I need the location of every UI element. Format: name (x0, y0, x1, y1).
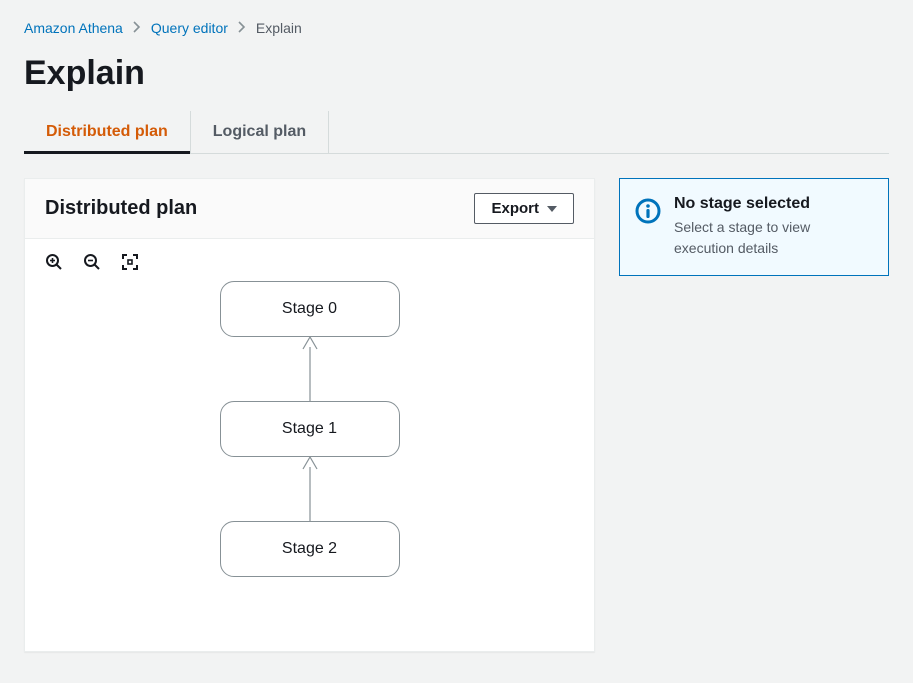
plan-graph: Stage 0 Stage 1 Stage 2 (25, 271, 594, 651)
info-title: No stage selected (674, 195, 872, 213)
tab-distributed-plan[interactable]: Distributed plan (24, 111, 191, 153)
tabbar: Distributed plan Logical plan (24, 111, 889, 154)
page-title: Explain (24, 54, 889, 93)
breadcrumb-link-query-editor[interactable]: Query editor (151, 20, 228, 36)
plan-panel: Distributed plan Export (24, 178, 595, 652)
panel-title: Distributed plan (45, 197, 197, 220)
arrow-up-icon (299, 337, 321, 406)
breadcrumb-current: Explain (256, 20, 302, 36)
side-panel: No stage selected Select a stage to view… (619, 178, 889, 276)
tab-logical-plan[interactable]: Logical plan (191, 111, 329, 153)
breadcrumb: Amazon Athena Query editor Explain (24, 20, 889, 36)
stage-node-1[interactable]: Stage 1 (220, 401, 400, 457)
breadcrumb-link-athena[interactable]: Amazon Athena (24, 20, 123, 36)
zoom-toolbar (25, 239, 594, 271)
stage-node-2[interactable]: Stage 2 (220, 521, 400, 577)
export-button-label: Export (491, 200, 539, 217)
chevron-right-icon (133, 20, 141, 36)
arrow-up-icon (299, 457, 321, 526)
zoom-out-icon[interactable] (83, 253, 101, 271)
fit-screen-icon[interactable] (121, 253, 139, 271)
zoom-in-icon[interactable] (45, 253, 63, 271)
chevron-right-icon (238, 20, 246, 36)
caret-down-icon (547, 206, 557, 212)
export-button[interactable]: Export (474, 193, 574, 224)
info-box: No stage selected Select a stage to view… (619, 178, 889, 276)
info-icon (634, 197, 662, 230)
info-description: Select a stage to view execution details (674, 217, 872, 259)
stage-node-0[interactable]: Stage 0 (220, 281, 400, 337)
